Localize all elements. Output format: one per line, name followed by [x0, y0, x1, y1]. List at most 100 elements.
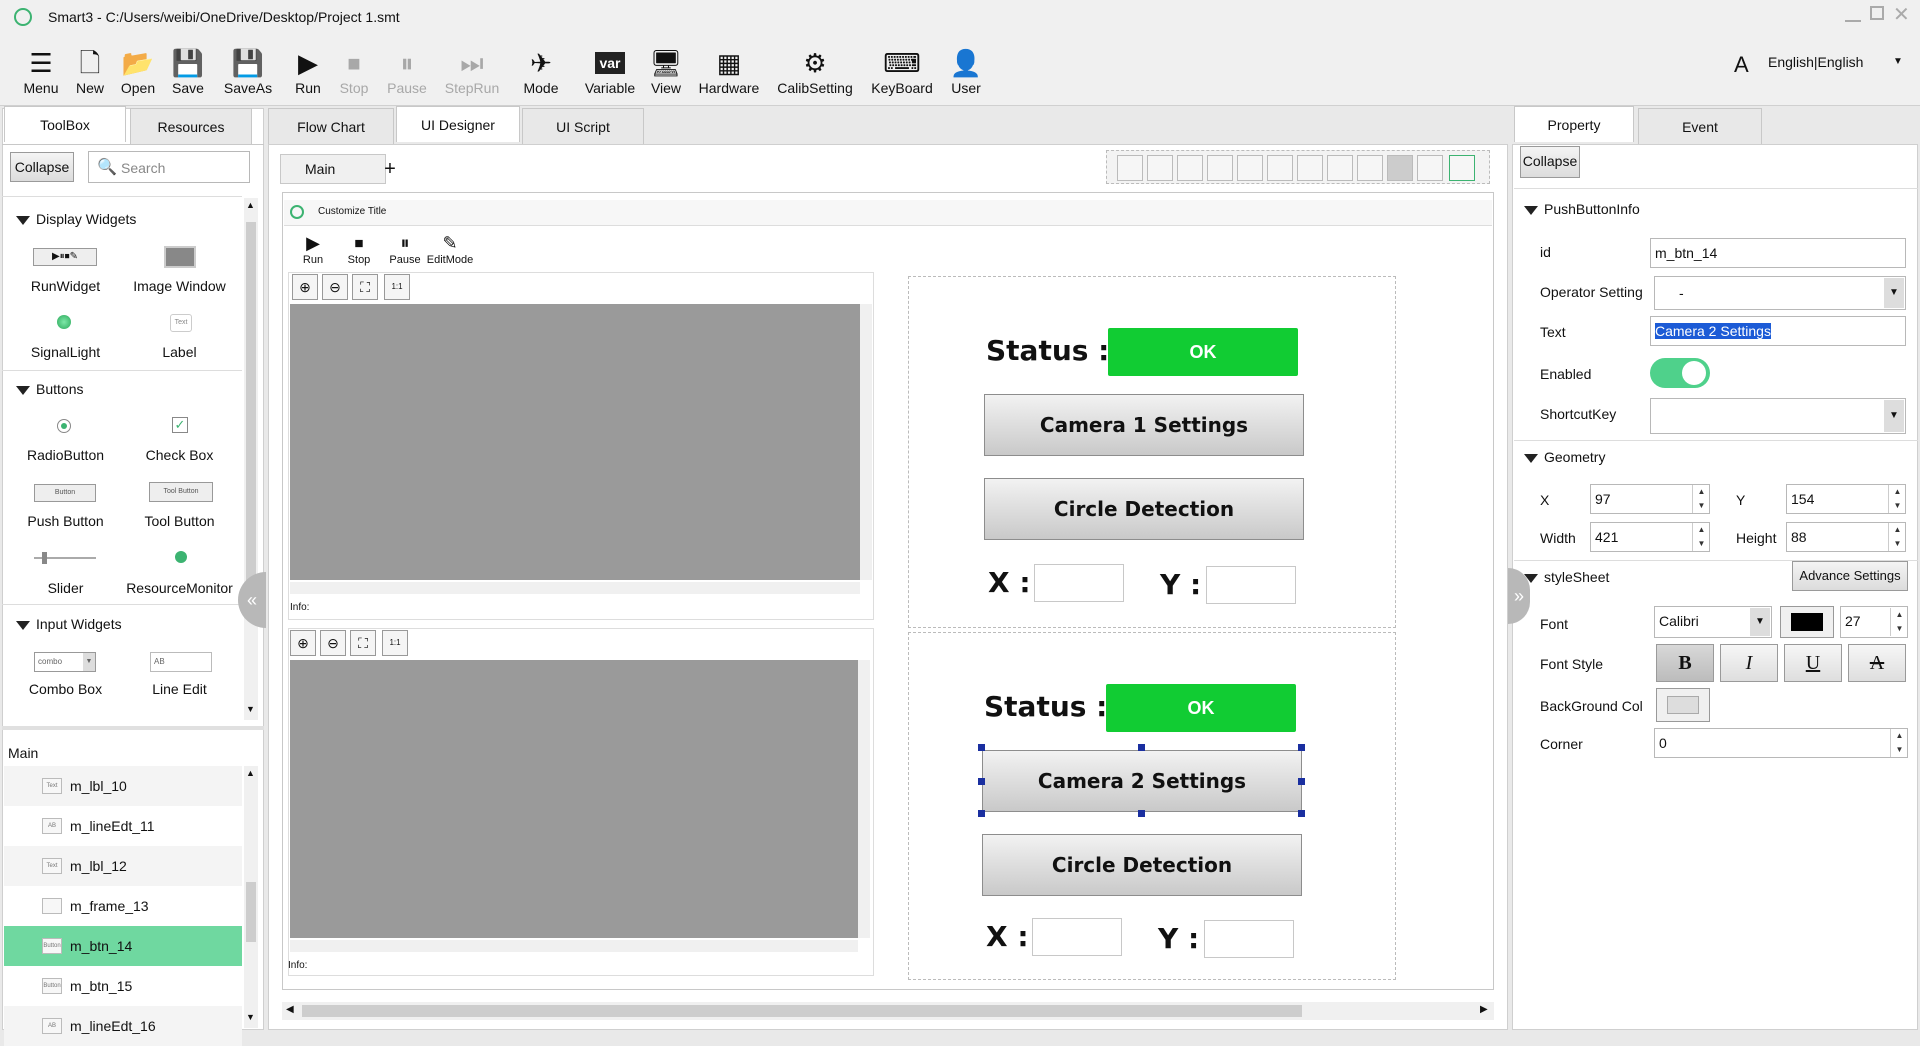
- image-view-2[interactable]: [290, 660, 858, 938]
- y-field-2[interactable]: [1204, 920, 1294, 958]
- keyboard-button[interactable]: ⌨ KeyBoard: [868, 46, 936, 96]
- tab-resources[interactable]: Resources: [130, 108, 252, 144]
- image-1-hscroll[interactable]: [290, 582, 860, 594]
- widget-runwidget[interactable]: RunWidget: [8, 278, 123, 294]
- save-button[interactable]: 💾 Save: [166, 46, 210, 96]
- chevron-down-icon[interactable]: ▼: [1893, 56, 1903, 67]
- fit-size-icon[interactable]: [1237, 155, 1263, 181]
- resize-handle[interactable]: [1298, 744, 1305, 751]
- canvas-editmode-button[interactable]: ✎ EditMode: [426, 232, 474, 266]
- widget-pushbutton[interactable]: Push Button: [8, 513, 123, 529]
- saveas-button[interactable]: 💾 SaveAs: [220, 46, 276, 96]
- chevron-down-icon[interactable]: ▼: [1884, 278, 1904, 308]
- tab-ui-script[interactable]: UI Script: [522, 108, 644, 144]
- calibsetting-button[interactable]: ⚙ CalibSetting: [774, 46, 856, 96]
- circle-detection-button-2[interactable]: Circle Detection: [982, 834, 1302, 896]
- x-field-2[interactable]: [1032, 918, 1122, 956]
- widget-toolbutton[interactable]: Tool Button: [122, 513, 237, 529]
- fit-window-icon[interactable]: ⛶: [350, 630, 376, 656]
- widget-signallight[interactable]: SignalLight: [8, 344, 123, 360]
- canvas-run-button[interactable]: ▶ Run: [296, 232, 330, 266]
- widget-label[interactable]: Label: [122, 344, 237, 360]
- spread-horizontal-icon[interactable]: [1177, 155, 1203, 181]
- section-display-widgets[interactable]: Display Widgets: [16, 211, 136, 227]
- add-page-button[interactable]: +: [380, 158, 400, 180]
- zoom-out-icon[interactable]: ⊖: [322, 274, 348, 300]
- view-button[interactable]: 🖥 View: [646, 46, 686, 96]
- image-2-hscroll[interactable]: [290, 940, 858, 952]
- actual-size-icon[interactable]: 1:1: [382, 630, 408, 656]
- align-center-icon[interactable]: [1297, 155, 1323, 181]
- menu-button[interactable]: ☰ Menu: [18, 46, 64, 96]
- width-spinner-icon[interactable]: ▲ ▼: [1692, 523, 1710, 551]
- section-pushbuttoninfo[interactable]: PushButtonInfo: [1524, 201, 1640, 217]
- section-geometry[interactable]: Geometry: [1524, 449, 1605, 465]
- tab-toolbox[interactable]: ToolBox: [4, 106, 126, 142]
- x-spinner-icon[interactable]: ▲ ▼: [1692, 485, 1710, 513]
- advance-settings-button[interactable]: Advance Settings: [1792, 561, 1908, 591]
- image-2-vscroll[interactable]: [858, 660, 870, 938]
- bold-button[interactable]: B: [1656, 644, 1714, 682]
- tree-item[interactable]: Text m_lbl_10: [4, 766, 242, 806]
- tree-item[interactable]: Button m_btn_15: [4, 966, 242, 1006]
- page-tab-main[interactable]: Main: [280, 154, 386, 184]
- chevron-down-icon[interactable]: ▼: [1884, 400, 1904, 432]
- enabled-toggle[interactable]: [1650, 358, 1710, 388]
- steprun-button[interactable]: ⏭ StepRun: [440, 46, 504, 96]
- tree-item[interactable]: Text m_lbl_12: [4, 846, 242, 886]
- tree-item[interactable]: m_frame_13: [4, 886, 242, 926]
- align-horizontal-icon[interactable]: [1147, 155, 1173, 181]
- mode-button[interactable]: ✈ Mode: [518, 46, 564, 96]
- y-field-1[interactable]: [1206, 566, 1296, 604]
- close-icon[interactable]: ✕: [1893, 2, 1910, 27]
- image-1-vscroll[interactable]: [860, 304, 872, 580]
- id-field[interactable]: m_btn_14: [1650, 238, 1906, 268]
- widget-radiobutton[interactable]: RadioButton: [8, 447, 123, 463]
- run-button[interactable]: ▶ Run: [286, 46, 330, 96]
- user-button[interactable]: 👤 User: [946, 46, 986, 96]
- tree-item[interactable]: AB m_lineEdt_11: [4, 806, 242, 846]
- zoom-out-icon[interactable]: ⊖: [320, 630, 346, 656]
- fullscreen-icon[interactable]: [1449, 155, 1475, 181]
- strikethrough-button[interactable]: A: [1848, 644, 1906, 682]
- operator-setting-select[interactable]: -: [1654, 276, 1906, 310]
- align-vertical-icon[interactable]: [1117, 155, 1143, 181]
- align-middle-icon[interactable]: [1387, 155, 1413, 181]
- align-right-icon[interactable]: [1417, 155, 1443, 181]
- canvas-pause-button[interactable]: ⏸ Pause: [386, 232, 424, 266]
- canvas-stop-button[interactable]: ⏹ Stop: [342, 232, 376, 266]
- hardware-button[interactable]: ▦ Hardware: [694, 46, 764, 96]
- pause-button[interactable]: ⏸ Pause: [382, 46, 432, 96]
- resize-handle[interactable]: [978, 778, 985, 785]
- widget-slider[interactable]: Slider: [8, 580, 123, 596]
- align-left-icon[interactable]: [1357, 155, 1383, 181]
- circle-detection-button-1[interactable]: Circle Detection: [984, 478, 1304, 540]
- tree-item[interactable]: Button m_btn_14: [4, 926, 242, 966]
- spread-vertical-icon[interactable]: [1207, 155, 1233, 181]
- camera-2-settings-button[interactable]: Camera 2 Settings: [982, 750, 1302, 812]
- resize-handle[interactable]: [1298, 778, 1305, 785]
- font-color-picker[interactable]: [1780, 606, 1834, 638]
- image-view-1[interactable]: [290, 304, 860, 580]
- x-field-1[interactable]: [1034, 564, 1124, 602]
- new-button[interactable]: 🗋 New: [68, 46, 112, 96]
- tree-item[interactable]: AB m_lineEdt_16: [4, 1006, 242, 1046]
- widget-combobox[interactable]: Combo Box: [8, 681, 123, 697]
- resize-handle[interactable]: [1138, 810, 1145, 817]
- toolbox-collapse-button[interactable]: Collapse: [10, 152, 74, 182]
- property-collapse-button[interactable]: Collapse: [1520, 146, 1580, 178]
- widget-lineedit[interactable]: Line Edit: [122, 681, 237, 697]
- minimize-icon[interactable]: [1845, 8, 1861, 22]
- widget-image-window[interactable]: Image Window: [122, 278, 237, 294]
- resize-handle[interactable]: [978, 744, 985, 751]
- search-input[interactable]: 🔍 Search: [88, 151, 250, 183]
- maximize-icon[interactable]: [1870, 6, 1884, 20]
- fit-window-icon[interactable]: ⛶: [352, 274, 378, 300]
- resize-handle[interactable]: [1138, 744, 1145, 751]
- resize-handle[interactable]: [1298, 810, 1305, 817]
- language-select[interactable]: English|English: [1768, 54, 1863, 70]
- stop-button[interactable]: ⏹ Stop: [332, 46, 376, 96]
- section-buttons[interactable]: Buttons: [16, 381, 83, 397]
- canvas-hscroll[interactable]: ◀ ▶: [282, 1002, 1494, 1020]
- italic-button[interactable]: I: [1720, 644, 1778, 682]
